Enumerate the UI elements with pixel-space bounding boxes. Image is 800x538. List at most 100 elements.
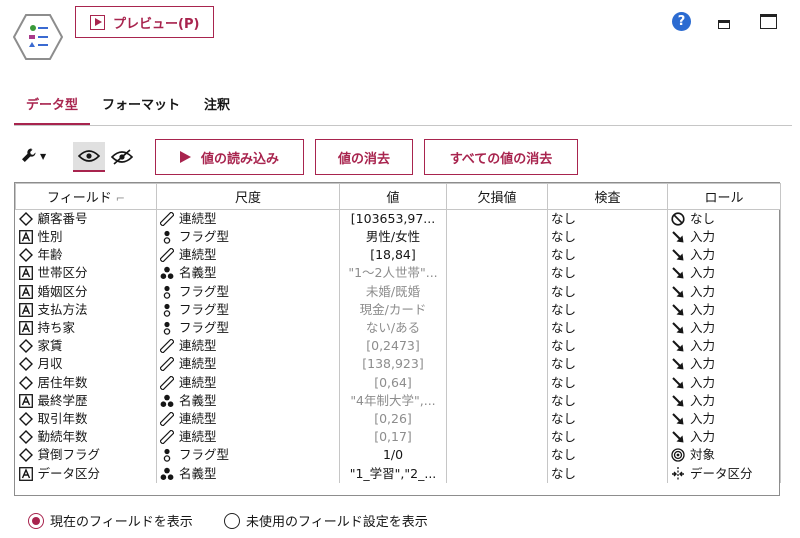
check-cell[interactable]: なし	[547, 300, 668, 319]
missing-cell[interactable]	[446, 264, 548, 283]
measure-cell: フラグ型	[160, 446, 336, 464]
values-cell[interactable]: "4年制大学",...	[339, 391, 447, 410]
tab-data-type[interactable]: データ型	[14, 88, 91, 126]
check-cell[interactable]: なし	[547, 228, 668, 247]
missing-cell[interactable]	[446, 428, 548, 447]
column-header-missing[interactable]: 欠損値	[446, 183, 548, 210]
column-header-role[interactable]: ロール	[667, 183, 781, 210]
field-cell-text: 貸倒フラグ	[37, 447, 101, 463]
tab-format[interactable]: フォーマット	[90, 88, 192, 126]
clear-all-values-button[interactable]: すべての値の消去	[424, 139, 578, 175]
show-fields-toggle[interactable]	[73, 142, 105, 172]
preview-button[interactable]: プレビュー(P)	[75, 6, 214, 38]
values-cell[interactable]: [0,17]	[339, 428, 447, 447]
missing-cell[interactable]	[446, 300, 548, 319]
table-row[interactable]: 家賃 連続型 [0,2473] なし 入力	[15, 337, 781, 356]
check-cell[interactable]: なし	[547, 337, 668, 356]
check-cell[interactable]: なし	[547, 246, 668, 265]
check-cell[interactable]: なし	[547, 355, 668, 374]
radio-label: 未使用のフィールド設定を表示	[246, 515, 428, 530]
measure-cell-text: 連続型	[179, 374, 217, 390]
values-cell[interactable]: [138,923]	[339, 355, 447, 374]
field-cell-text: 世帯区分	[37, 265, 88, 281]
check-cell[interactable]: なし	[547, 209, 668, 228]
table-row[interactable]: 勤続年数 連続型 [0,17] なし 入力	[15, 428, 781, 447]
check-cell[interactable]: なし	[547, 318, 668, 338]
values-cell-text: "1_学習","2_...	[349, 465, 437, 481]
missing-cell[interactable]	[446, 209, 548, 228]
table-row[interactable]: 婚姻区分 フラグ型 未婚/既婚 なし 入力	[15, 282, 781, 301]
missing-cell[interactable]	[446, 391, 548, 410]
values-cell[interactable]: "1～2人世帯"...	[339, 264, 447, 283]
tab-annotation[interactable]: 注釈	[192, 88, 242, 126]
values-cell[interactable]: 男性/女性	[339, 228, 447, 247]
table-row[interactable]: 性別 フラグ型 男性/女性 なし 入力	[15, 228, 781, 247]
tools-menu[interactable]: ▼	[20, 146, 50, 166]
column-header-values[interactable]: 値	[339, 183, 447, 210]
field-cell: 婚姻区分	[18, 283, 154, 301]
missing-cell[interactable]	[446, 337, 548, 356]
table-row[interactable]: 支払方法 フラグ型 現金/カード なし 入力	[15, 300, 781, 319]
table-row[interactable]: 月収 連続型 [138,923] なし 入力	[15, 355, 781, 374]
table-row[interactable]: データ区分 名義型 "1_学習","2_... なし データ区分	[15, 464, 781, 483]
show-current-fields-radio[interactable]: 現在のフィールドを表示	[28, 511, 193, 530]
missing-cell[interactable]	[446, 246, 548, 265]
show-unused-fields-radio[interactable]: 未使用のフィールド設定を表示	[224, 511, 428, 530]
minimize-icon[interactable]	[718, 20, 730, 29]
missing-cell[interactable]	[446, 355, 548, 374]
table-row[interactable]: 持ち家 フラグ型 ない/ある なし 入力	[15, 318, 781, 338]
table-row[interactable]: 年齢 連続型 [18,84] なし 入力	[15, 246, 781, 265]
column-header-field[interactable]: フィールド ⌐	[15, 183, 157, 210]
values-cell[interactable]: [103653,97...	[339, 209, 447, 228]
check-cell[interactable]: なし	[547, 391, 668, 410]
check-cell[interactable]: なし	[547, 446, 668, 465]
read-values-button[interactable]: 値の読み込み	[155, 139, 304, 175]
table-row[interactable]: 最終学歴 名義型 "4年制大学",... なし 入力	[15, 391, 781, 410]
check-cell[interactable]: なし	[547, 409, 668, 429]
table-row[interactable]: 顧客番号 連続型 [103653,97... なし なし	[15, 209, 781, 228]
values-cell[interactable]: [18,84]	[339, 246, 447, 265]
read-values-label: 値の読み込み	[200, 151, 279, 167]
arrow-icon	[671, 376, 685, 390]
clear-values-button[interactable]: 値の消去	[315, 139, 413, 175]
measure-cell-text: 連続型	[179, 410, 217, 426]
missing-cell[interactable]	[446, 373, 548, 392]
ruler-icon	[160, 339, 174, 354]
table-row[interactable]: 貸倒フラグ フラグ型 1/0 なし 対象	[15, 446, 781, 465]
check-cell[interactable]: なし	[547, 264, 668, 283]
values-cell[interactable]: [0,2473]	[339, 337, 447, 356]
diamond-icon	[18, 357, 33, 372]
hide-fields-toggle[interactable]	[106, 142, 138, 172]
missing-cell[interactable]	[446, 446, 548, 465]
missing-cell[interactable]	[446, 318, 548, 338]
help-icon[interactable]: ?	[672, 12, 691, 31]
table-row[interactable]: 居住年数 連続型 [0,64] なし 入力	[15, 373, 781, 392]
column-header-check[interactable]: 検査	[547, 183, 668, 210]
maximize-icon[interactable]	[760, 14, 777, 29]
values-cell-text: 1/0	[382, 447, 404, 463]
ruler-icon	[160, 357, 174, 372]
missing-cell[interactable]	[446, 228, 548, 247]
check-cell[interactable]: なし	[547, 464, 668, 483]
check-cell[interactable]: なし	[547, 428, 668, 447]
table-row[interactable]: 取引年数 連続型 [0,26] なし 入力	[15, 409, 781, 429]
measure-cell: 連続型	[160, 410, 336, 428]
missing-cell[interactable]	[446, 464, 548, 483]
missing-cell[interactable]	[446, 282, 548, 301]
play-icon	[179, 151, 191, 163]
text-a-icon	[18, 266, 33, 281]
missing-cell[interactable]	[446, 409, 548, 429]
values-cell[interactable]: 未婚/既婚	[339, 282, 447, 301]
values-cell[interactable]: "1_学習","2_...	[339, 464, 447, 483]
values-cell[interactable]: 1/0	[339, 446, 447, 465]
column-header-measure[interactable]: 尺度	[156, 183, 340, 210]
text-a-icon	[18, 284, 33, 299]
values-cell[interactable]: [0,64]	[339, 373, 447, 392]
check-cell[interactable]: なし	[547, 282, 668, 301]
check-cell[interactable]: なし	[547, 373, 668, 392]
field-cell-text: 居住年数	[37, 374, 88, 390]
values-cell[interactable]: ない/ある	[339, 318, 447, 338]
values-cell[interactable]: 現金/カード	[339, 300, 447, 319]
values-cell[interactable]: [0,26]	[339, 409, 447, 429]
table-row[interactable]: 世帯区分 名義型 "1～2人世帯"... なし 入力	[15, 264, 781, 283]
